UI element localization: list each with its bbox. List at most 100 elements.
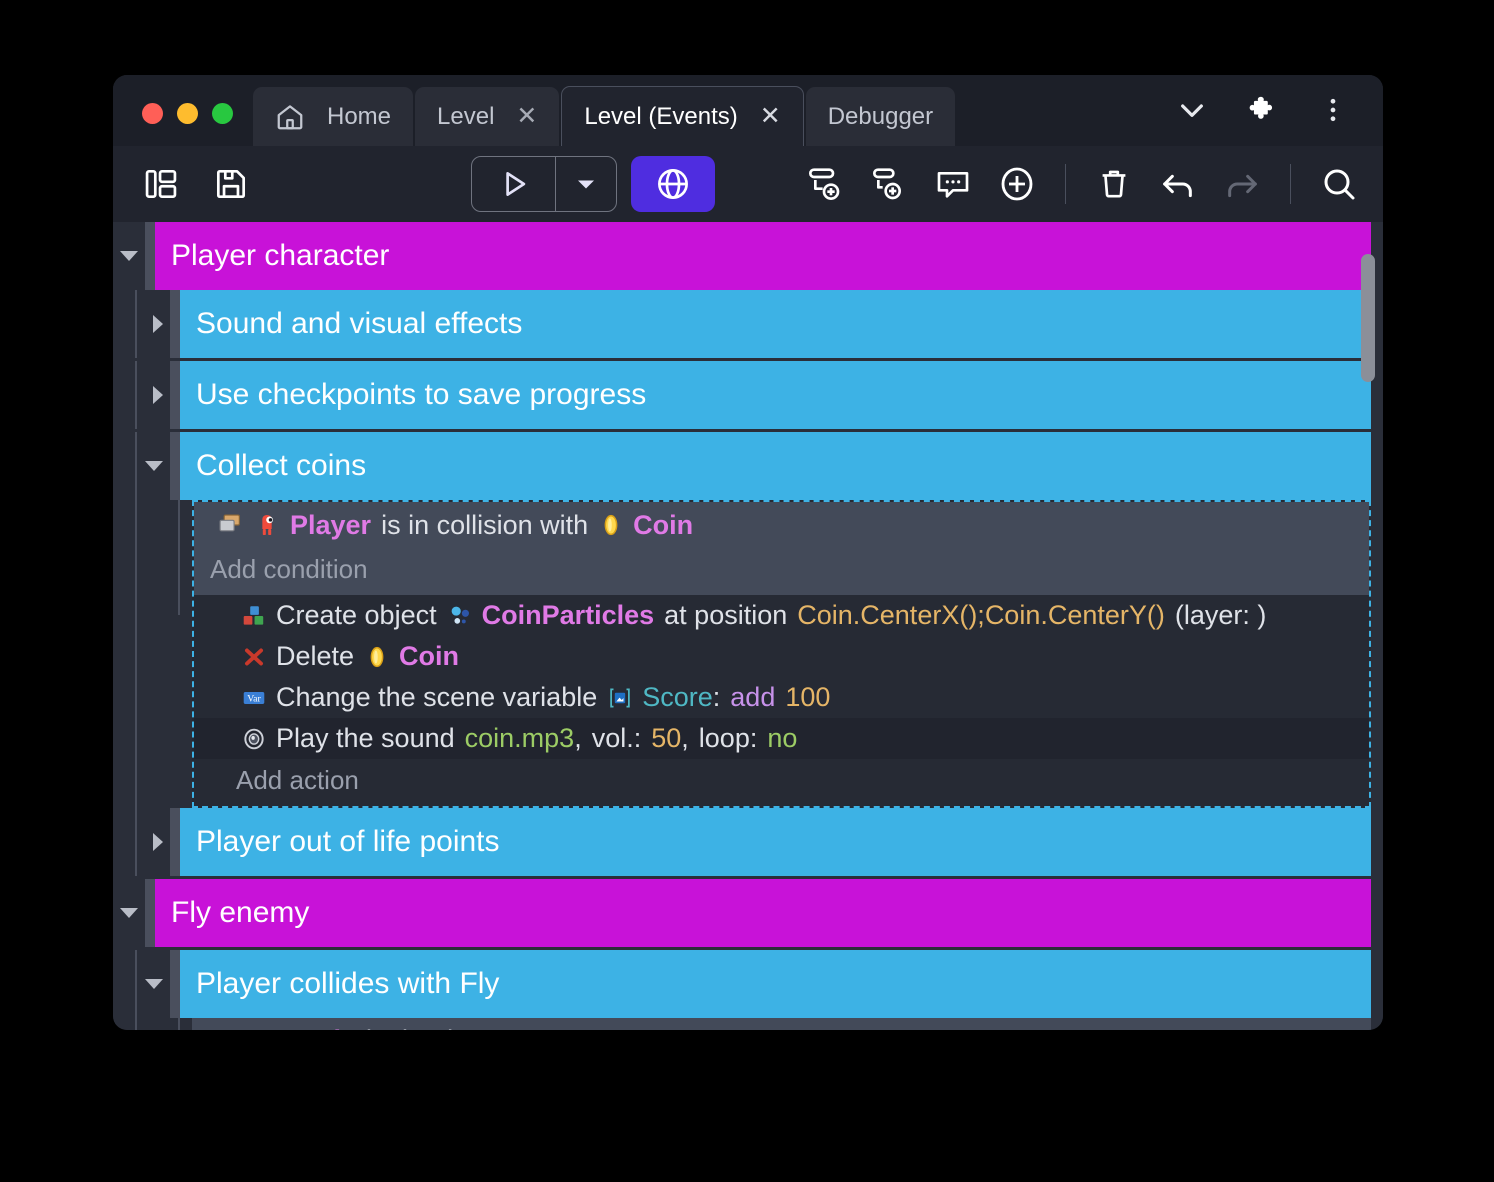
tab-bar: Home Level ✕ Level (Events) ✕ Debugger	[253, 75, 957, 146]
close-window-button[interactable]	[142, 103, 163, 124]
close-tab-icon[interactable]: ✕	[760, 104, 781, 129]
event-row[interactable]: G	[113, 1018, 1371, 1030]
collapse-toggle-icon[interactable]	[120, 251, 138, 261]
tree-gutter-sub	[170, 500, 192, 808]
action-row[interactable]: Play the sound coin.mp3 , vol.: 50 , loo…	[194, 718, 1369, 759]
add-object-icon[interactable]	[995, 162, 1039, 206]
tab-label: Level (Events)	[584, 103, 737, 131]
vertical-scrollbar[interactable]	[1359, 222, 1377, 1030]
action-expression: Coin.CenterX();Coin.CenterY()	[797, 602, 1165, 629]
fly-sprite-icon	[278, 1028, 308, 1031]
group-band[interactable]: Use checkpoints to save progress	[180, 361, 1371, 429]
undo-icon[interactable]	[1156, 162, 1200, 206]
add-comment-icon[interactable]	[931, 162, 975, 206]
conditions-area: Player is in collision with Coin	[194, 502, 1369, 595]
event-group-row[interactable]: Player character	[113, 222, 1371, 290]
action-object: CoinParticles	[482, 602, 655, 629]
tab-label: Level	[437, 103, 494, 131]
condition-row[interactable]: G	[192, 1018, 1371, 1030]
row-indent-bar	[145, 222, 155, 290]
action-verb: Create object	[276, 602, 437, 629]
maximize-window-button[interactable]	[212, 103, 233, 124]
search-icon[interactable]	[1317, 162, 1361, 206]
collapse-toggle-icon[interactable]	[120, 908, 138, 918]
action-object: Coin	[399, 643, 459, 670]
event-group-row[interactable]: Sound and visual effects	[113, 290, 1371, 358]
tab-level-events[interactable]: Level (Events) ✕	[561, 86, 803, 146]
event-group-row[interactable]: Fly enemy	[113, 879, 1371, 947]
action-verb: Play the sound	[276, 725, 455, 752]
variable-image-icon	[607, 685, 633, 711]
svg-text:Var: Var	[247, 693, 261, 704]
delete-icon[interactable]	[1092, 162, 1136, 206]
tab-home[interactable]: Home	[253, 87, 413, 146]
toolbar-divider	[1290, 164, 1291, 204]
play-button[interactable]	[472, 157, 556, 211]
preview-network-button[interactable]	[631, 156, 715, 212]
add-sub-event-icon[interactable]	[867, 162, 911, 206]
event-group-row[interactable]: Use checkpoints to save progress	[113, 361, 1371, 429]
events-sheet[interactable]: Player character Sound and visual effect…	[113, 222, 1383, 1030]
group-band[interactable]: Fly enemy	[155, 879, 1371, 947]
event-row[interactable]: Player is in collision with Coin	[113, 500, 1371, 808]
toolbar-left-group	[139, 162, 253, 206]
action-verb: Delete	[276, 643, 354, 670]
action-row[interactable]: Create object CoinParticles	[194, 595, 1369, 636]
chevron-down-icon[interactable]	[1176, 94, 1208, 126]
event-group-row[interactable]: Collect coins	[113, 432, 1371, 500]
collapse-toggle-icon[interactable]	[145, 979, 163, 989]
group-band[interactable]: Player collides with Fly	[180, 950, 1371, 1018]
coin-particles-icon	[447, 603, 473, 629]
group-title: Use checkpoints to save progress	[196, 378, 646, 412]
row-indent-bar	[170, 808, 180, 876]
add-condition-button[interactable]: Add condition	[194, 548, 1369, 595]
tab-label: Debugger	[828, 103, 933, 131]
group-band[interactable]: Sound and visual effects	[180, 290, 1371, 358]
action-row[interactable]: Delete Coin	[194, 636, 1369, 677]
selected-event-block[interactable]: Player is in collision with Coin	[192, 500, 1371, 808]
group-band[interactable]: Player character	[155, 222, 1371, 290]
action-value: 100	[785, 684, 830, 711]
expand-toggle-icon[interactable]	[153, 315, 163, 333]
coin-sprite-icon	[364, 644, 390, 670]
close-tab-icon[interactable]: ✕	[516, 104, 537, 129]
action-verb: Change the scene variable	[276, 684, 597, 711]
behavior-arrow-icon	[208, 1028, 234, 1031]
event-group-row[interactable]: Player out of life points	[113, 808, 1371, 876]
save-icon[interactable]	[209, 162, 253, 206]
action-loop-label: loop:	[699, 725, 758, 752]
tree-gutter	[113, 290, 170, 358]
add-event-icon[interactable]	[803, 162, 847, 206]
action-layer-suffix: (layer: )	[1175, 602, 1267, 629]
tree-gutter	[113, 879, 145, 947]
add-action-button[interactable]: Add action	[194, 759, 1369, 806]
condition-object: Player	[290, 512, 371, 539]
play-options-dropdown[interactable]	[556, 157, 616, 211]
group-band[interactable]: Player out of life points	[180, 808, 1371, 876]
puzzle-piece-icon[interactable]	[1247, 94, 1279, 126]
action-loop-value: no	[767, 725, 797, 752]
expand-toggle-icon[interactable]	[153, 833, 163, 851]
redo-icon[interactable]	[1220, 162, 1264, 206]
group-band[interactable]: Collect coins	[180, 432, 1371, 500]
expand-toggle-icon[interactable]	[153, 386, 163, 404]
toolbar	[113, 146, 1383, 222]
collapse-toggle-icon[interactable]	[145, 461, 163, 471]
minimize-window-button[interactable]	[177, 103, 198, 124]
event-group-row[interactable]: Player collides with Fly	[113, 950, 1371, 1018]
kebab-menu-icon[interactable]	[1318, 95, 1348, 125]
action-operator: add	[730, 684, 775, 711]
row-indent-bar	[170, 290, 180, 358]
toolbar-preview-group	[471, 156, 715, 212]
action-volume-value: 50	[651, 725, 681, 752]
fly-event-block[interactable]: G	[192, 1018, 1371, 1030]
action-row[interactable]: Var Change the scene variable	[194, 677, 1369, 718]
tab-label: Home	[327, 103, 391, 131]
condition-row[interactable]: Player is in collision with Coin	[194, 502, 1369, 548]
tab-level[interactable]: Level ✕	[415, 87, 559, 146]
layout-panel-icon[interactable]	[139, 162, 183, 206]
group-title: Collect coins	[196, 449, 366, 483]
tab-debugger[interactable]: Debugger	[806, 87, 955, 146]
scrollbar-thumb[interactable]	[1361, 254, 1375, 382]
row-indent-bar	[145, 879, 155, 947]
